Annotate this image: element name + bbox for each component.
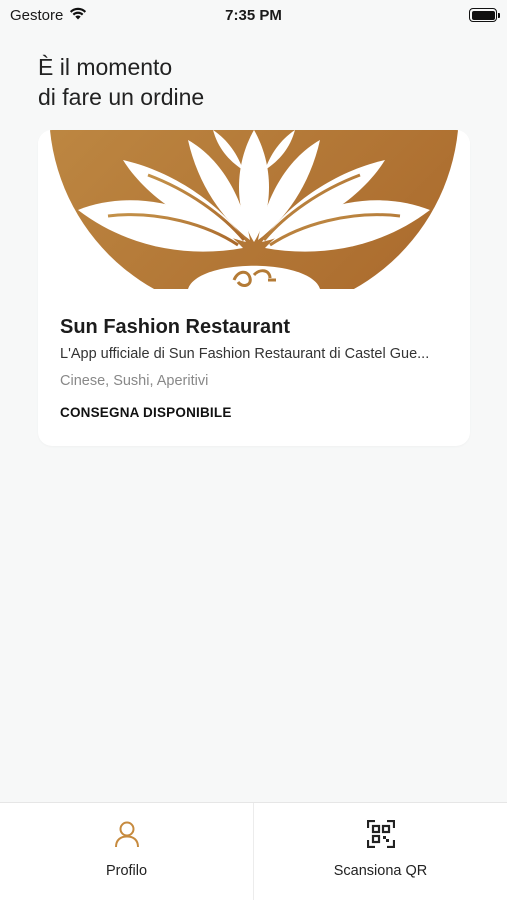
- restaurant-name: Sun Fashion Restaurant: [60, 316, 291, 338]
- battery-fill: [471, 10, 495, 20]
- page-title-line-2: di fare un ordine: [38, 84, 205, 110]
- tab-bar: Profilo Scansiona QR: [0, 802, 507, 900]
- battery-icon: [469, 8, 500, 22]
- lotus-logo: [50, 130, 458, 289]
- restaurant-card[interactable]: Sun Fashion Restaurant L'App ufficiale d…: [38, 130, 470, 446]
- tab-scan-qr[interactable]: Scansiona QR: [253, 803, 507, 900]
- page-title-line-1: È il momento: [38, 54, 173, 80]
- carrier-label: Gestore: [10, 6, 64, 24]
- delivery-status-badge: CONSEGNA DISPONIBILE: [60, 405, 232, 420]
- tab-profile-label: Profilo: [105, 863, 148, 879]
- restaurant-card-body: Sun Fashion Restaurant L'App ufficiale d…: [60, 314, 450, 420]
- tab-scan-qr-label: Scansiona QR: [333, 863, 428, 879]
- status-bar: Gestore 7:35 PM: [0, 0, 507, 30]
- restaurant-description: L'App ufficiale di Sun Fashion Restauran…: [60, 346, 430, 362]
- page-title: È il momento di fare un ordine: [38, 52, 438, 112]
- qr-scan-icon: [366, 819, 396, 849]
- tab-profile[interactable]: Profilo: [0, 803, 253, 900]
- status-left: Gestore: [10, 7, 87, 24]
- wifi-icon: [69, 7, 87, 24]
- person-icon: [112, 819, 142, 849]
- restaurant-logo-image: [38, 130, 470, 289]
- restaurant-tags: Cinese, Sushi, Aperitivi: [60, 373, 209, 389]
